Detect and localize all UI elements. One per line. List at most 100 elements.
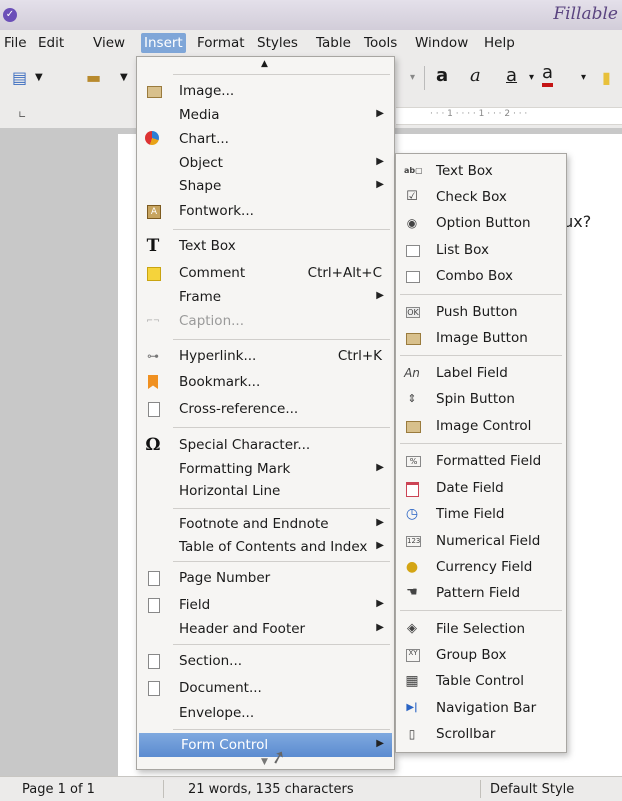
menu-item-option-button[interactable]: ◉ Option Button [396,211,566,235]
font-color-dropdown-icon[interactable]: ▾ [581,72,586,83]
menu-item-numerical-field[interactable]: 123 Numerical Field [396,529,566,553]
menu-item-group-box[interactable]: XY Group Box [396,643,566,667]
highlight-icon[interactable]: ▮ [602,68,611,87]
menu-item-special-character[interactable]: Ω Special Character... [137,433,394,457]
font-color-icon[interactable]: a [542,63,554,87]
menu-item-page-number[interactable]: Page Number [137,566,394,590]
underline-icon[interactable]: a [506,65,517,86]
menu-item-form-control[interactable]: Form Control ▶ [139,733,392,757]
title-bar: ✓ Fillable [0,0,622,31]
menu-item-label-field[interactable]: An Label Field [396,361,566,385]
menu-separator [400,294,562,295]
menu-item-time-field[interactable]: ◷ Time Field [396,502,566,526]
menu-item-pattern-field[interactable]: ☚ Pattern Field [396,581,566,605]
menu-item-document[interactable]: Document... [137,676,394,700]
menu-item-table-control[interactable]: ▦ Table Control [396,669,566,693]
submenu-arrow-icon: ▶ [376,156,384,167]
horizontal-ruler[interactable]: · · · 1 · · · · 1 · · · 2 · · · [396,107,622,125]
menu-bar: File Edit View Insert Format Styles Tabl… [0,30,622,59]
section-icon [148,654,160,669]
menu-item-object[interactable]: Object ▶ [137,151,394,175]
menu-item-image-control[interactable]: Image Control [396,414,566,438]
menu-item-combo-box[interactable]: Combo Box [396,264,566,288]
menu-item-push-button[interactable]: OK Push Button [396,300,566,324]
menu-item-navigation-bar[interactable]: ▶| Navigation Bar [396,696,566,720]
menu-window[interactable]: Window [415,35,468,51]
submenu-arrow-icon: ▶ [376,179,384,190]
menu-help[interactable]: Help [484,35,515,51]
menu-item-horizontal-line[interactable]: Horizontal Line [137,479,394,503]
menu-item-list-box[interactable]: List Box [396,238,566,262]
menu-item-footnote-endnote[interactable]: Footnote and Endnote ▶ [137,512,394,536]
scroll-down-icon[interactable]: ▼ [261,757,268,767]
menu-item-envelope[interactable]: Envelope... [137,701,394,725]
page-style[interactable]: Default Style [490,782,574,797]
scroll-up-icon[interactable]: ▲ [261,59,268,69]
underline-dropdown-icon[interactable]: ▾ [529,72,534,83]
menu-styles[interactable]: Styles [257,35,298,51]
menu-item-image-button[interactable]: Image Button [396,326,566,350]
label-field-icon: An [404,366,420,380]
text-box-control-icon: ab▢ [404,166,423,175]
menu-item-image[interactable]: Image... [137,79,394,103]
bold-icon[interactable]: a [436,65,448,86]
submenu-arrow-icon: ▶ [376,738,384,749]
menu-item-scrollbar[interactable]: ▯ Scrollbar [396,722,566,746]
italic-icon[interactable]: a [470,65,481,86]
menu-item-text-box-control[interactable]: ab▢ Text Box [396,159,566,183]
new-dropdown-icon[interactable]: ▼ [35,72,43,83]
menu-edit[interactable]: Edit [38,35,64,51]
menu-file[interactable]: File [4,35,27,51]
menu-separator [400,355,562,356]
menu-format[interactable]: Format [197,35,245,51]
menu-item-caption[interactable]: ⌐¬ Caption... [137,309,394,333]
menu-item-fontwork[interactable]: A Fontwork... [137,199,394,223]
menu-insert[interactable]: Insert [141,33,186,53]
menu-item-label: File Selection [436,621,526,637]
menu-item-media[interactable]: Media ▶ [137,103,394,127]
menu-item-section[interactable]: Section... [137,649,394,673]
menu-separator [400,610,562,611]
image-button-icon [406,333,421,345]
open-dropdown-icon[interactable]: ▼ [120,72,128,83]
menu-item-formatted-field[interactable]: % Formatted Field [396,449,566,473]
menu-tools[interactable]: Tools [364,35,397,51]
menu-item-file-selection[interactable]: ◈ File Selection [396,617,566,641]
pattern-field-icon: ☚ [406,585,418,600]
menu-item-field[interactable]: Field ▶ [137,593,394,617]
menu-item-shape[interactable]: Shape ▶ [137,174,394,198]
menu-view[interactable]: View [93,35,125,51]
app-menu-icon[interactable]: ✓ [3,8,17,22]
menu-item-formatting-mark[interactable]: Formatting Mark ▶ [137,457,394,481]
menu-item-spin-button[interactable]: ⇕ Spin Button [396,387,566,411]
menu-item-date-field[interactable]: Date Field [396,476,566,500]
page-count[interactable]: Page 1 of 1 [22,782,95,797]
word-count[interactable]: 21 words, 135 characters [188,782,354,797]
menu-item-check-box[interactable]: ☑ Check Box [396,185,566,209]
menu-item-bookmark[interactable]: Bookmark... [137,370,394,394]
time-field-icon: ◷ [405,506,419,522]
text-box-icon: T [146,236,160,256]
field-icon [148,598,160,613]
tab-stop-icon[interactable]: ∟ [18,110,26,121]
menu-item-cross-reference[interactable]: Cross-reference... [137,397,394,421]
menu-item-label: Envelope... [179,705,255,721]
menu-item-hyperlink[interactable]: ⊶ Hyperlink... Ctrl+K [137,344,394,368]
open-folder-icon[interactable]: ▬ [86,68,101,87]
menu-item-shortcut: Ctrl+Alt+C [307,265,382,281]
new-document-icon[interactable]: ▤ [12,68,27,87]
menu-item-chart[interactable]: Chart... [137,127,394,151]
toolbar-separator [424,66,425,90]
formatted-field-icon: % [406,456,421,467]
menu-item-comment[interactable]: Comment Ctrl+Alt+C [137,261,394,285]
menu-item-label: Chart... [179,131,229,147]
menu-item-label: Header and Footer [179,621,306,637]
menu-item-table-of-contents[interactable]: Table of Contents and Index ▶ [137,535,394,559]
dropdown-icon[interactable]: ▾ [410,72,415,83]
menu-table[interactable]: Table [316,35,351,51]
menu-item-currency-field[interactable]: ● Currency Field [396,555,566,579]
menu-item-header-footer[interactable]: Header and Footer ▶ [137,617,394,641]
submenu-arrow-icon: ▶ [376,290,384,301]
menu-item-frame[interactable]: Frame ▶ [137,285,394,309]
menu-item-text-box[interactable]: T Text Box [137,234,394,258]
